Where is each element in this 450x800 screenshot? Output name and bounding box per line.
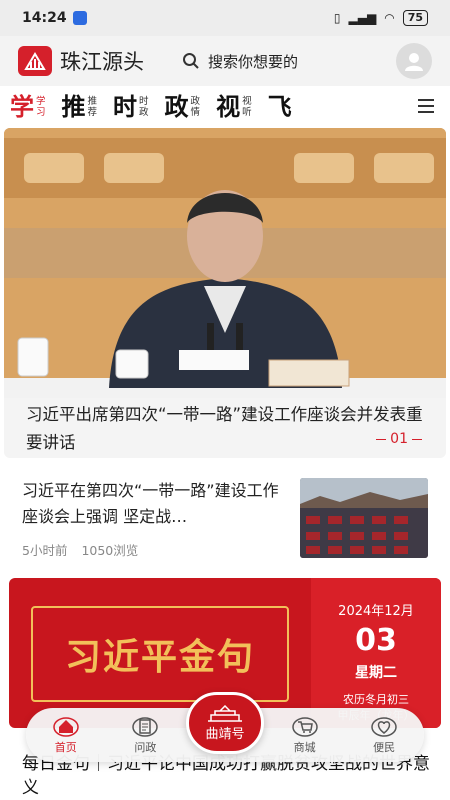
tab-shop-label: 商城 — [293, 741, 316, 754]
tab-home[interactable]: 首页 — [26, 715, 106, 755]
nav-label: 时 — [113, 92, 138, 121]
nav-label: 飞 — [267, 92, 292, 121]
hero-carousel[interactable]: 习近平出席第四次“一带一路”建设工作座谈会并发表重要讲话 01 — [4, 128, 446, 458]
nav-label: 学 — [10, 92, 34, 121]
search-bar[interactable]: 搜索你想要的 — [182, 51, 298, 72]
nav-sub-bottom: 听 — [242, 107, 252, 118]
date-lunar-line1: 农历冬月初三 — [343, 693, 409, 706]
document-icon — [132, 717, 159, 737]
news-list-item[interactable]: 习近平在第四次“一带一路”建设工作座谈会上强调 坚定战… 5小时前 1050浏览 — [0, 470, 450, 565]
app-notification-icon — [72, 11, 87, 25]
wifi-icon: ◠ — [384, 11, 395, 25]
nav-item-video[interactable]: 视 视听 — [216, 95, 252, 119]
nav-sublabel: 政情 — [191, 96, 201, 118]
nav-sub-bottom: 荐 — [87, 107, 98, 118]
news-meta: 5小时前 1050浏览 — [22, 540, 148, 559]
nav-sublabel: 视听 — [242, 96, 252, 118]
tab-service[interactable]: 便民 — [344, 715, 424, 755]
nav-sub-top: 时 — [139, 96, 149, 107]
nav-sub-bottom: 情 — [190, 107, 201, 118]
tab-ask-label: 问政 — [134, 741, 157, 754]
nav-label: 政 — [164, 92, 189, 121]
news-thumbnail — [300, 478, 428, 558]
heart-hand-icon — [371, 717, 397, 737]
nav-item-gov-affairs[interactable]: 政 政情 — [165, 95, 201, 119]
nav-sub-bottom: 政 — [139, 107, 149, 118]
category-nav: 学 学习 推 推荐 时 时政 政 政情 视 视听 飞 — [0, 86, 450, 128]
nav-sublabel: 学习 — [36, 96, 46, 118]
banner-frame: 习近平金句 — [31, 606, 289, 702]
news-views: 1050浏览 — [81, 543, 139, 558]
banner-date-panel: 2024年12月 03 星期二 农历冬月初三 甲辰年（龙年） — [311, 578, 441, 728]
nav-item-recommend[interactable]: 推 推荐 — [62, 95, 98, 119]
hero-caption: 习近平出席第四次“一带一路”建设工作座谈会并发表重要讲话 — [26, 405, 423, 452]
nav-sub-bottom: 习 — [36, 107, 46, 118]
app-name: 珠江源头 — [60, 50, 144, 74]
tab-service-label: 便民 — [373, 741, 396, 754]
banner-title: 习近平金句 — [64, 636, 255, 678]
building-icon — [208, 704, 242, 722]
user-icon — [405, 53, 423, 71]
nav-sub-top: 视 — [242, 96, 252, 107]
date-day: 03 — [355, 623, 397, 658]
home-icon — [53, 717, 79, 737]
carousel-page-indicator: 01 — [376, 431, 422, 447]
nav-label: 视 — [216, 92, 241, 121]
date-weekday: 星期二 — [355, 665, 397, 681]
app-header: 珠江源头 搜索你想要的 — [0, 36, 450, 86]
nav-item-study[interactable]: 学 学习 — [10, 95, 46, 119]
app-logo-icon — [18, 46, 52, 76]
nav-label: 推 — [61, 92, 86, 121]
nav-sub-top: 政 — [190, 96, 201, 107]
nav-sub-top: 学 — [36, 96, 46, 107]
status-time: 14:24 — [22, 10, 67, 26]
battery-indicator: 75 — [402, 10, 428, 26]
hero-photo — [4, 128, 446, 398]
news-title: 习近平在第四次“一带一路”建设工作座谈会上强调 坚定战… — [22, 481, 279, 526]
status-icons: ▯ ▂▄▆ ◠ 75 — [334, 10, 428, 26]
search-placeholder: 搜索你想要的 — [208, 52, 299, 71]
qujing-center-button[interactable]: 曲靖号 — [186, 692, 264, 754]
nav-item-fly[interactable]: 飞 — [268, 95, 292, 119]
nav-item-politics[interactable]: 时 时政 — [113, 95, 149, 119]
search-icon — [183, 53, 199, 69]
user-avatar-button[interactable] — [396, 43, 432, 79]
cart-icon — [291, 717, 318, 737]
center-button-label: 曲靖号 — [205, 726, 245, 742]
status-bar: 14:24 ▯ ▂▄▆ ◠ 75 — [0, 0, 450, 36]
vibrate-icon: ▯ — [333, 11, 341, 25]
menu-icon[interactable] — [418, 99, 434, 117]
nav-sub-top: 推 — [87, 96, 98, 107]
tab-ask[interactable]: 问政 — [106, 715, 186, 755]
news-time: 5小时前 — [22, 543, 68, 558]
nav-sublabel: 推荐 — [88, 96, 98, 118]
signal-icon: ▂▄▆ — [348, 11, 377, 25]
tab-home-label: 首页 — [54, 741, 77, 754]
date-year-month: 2024年12月 — [338, 604, 414, 619]
nav-sublabel: 时政 — [139, 96, 149, 118]
tab-shop[interactable]: 商城 — [265, 715, 345, 755]
